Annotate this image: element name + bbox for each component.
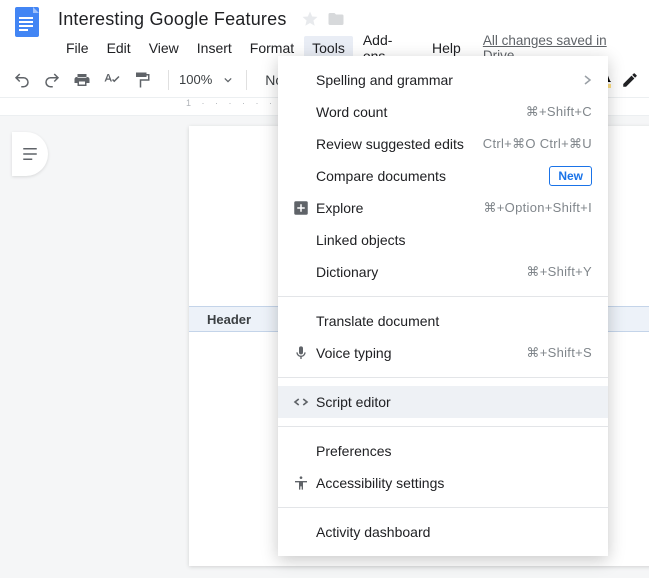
menu-separator (278, 377, 608, 378)
menu-item-label: Activity dashboard (316, 524, 592, 540)
menu-item-voice-typing[interactable]: Voice typing⌘+Shift+S (278, 337, 608, 369)
menu-shortcut: ⌘+Shift+S (526, 345, 592, 361)
chevron-down-icon (224, 76, 232, 84)
menu-shortcut: ⌘+Shift+C (526, 104, 592, 120)
accessibility-icon (290, 475, 312, 491)
star-icon[interactable] (287, 10, 319, 28)
menu-edit[interactable]: Edit (99, 36, 139, 60)
menu-item-label: Word count (316, 104, 526, 120)
zoom-value: 100% (179, 72, 212, 87)
menu-item-spelling-and-grammar[interactable]: Spelling and grammar (278, 64, 608, 96)
menu-item-label: Explore (316, 200, 483, 216)
menu-separator (278, 507, 608, 508)
zoom-select[interactable]: 100% (179, 72, 232, 87)
code-icon (290, 393, 312, 411)
menu-item-translate-document[interactable]: Translate document (278, 305, 608, 337)
menu-item-label: Compare documents (316, 168, 549, 184)
menu-item-preferences[interactable]: Preferences (278, 435, 608, 467)
paint-format-button[interactable] (130, 68, 154, 92)
move-folder-icon[interactable] (319, 10, 345, 28)
header-label: Header (189, 312, 251, 327)
menu-item-review-suggested-edits[interactable]: Review suggested editsCtrl+⌘O Ctrl+⌘U (278, 128, 608, 160)
menu-separator (278, 296, 608, 297)
menu-file[interactable]: File (58, 36, 97, 60)
new-badge: New (549, 166, 592, 186)
menu-item-activity-dashboard[interactable]: Activity dashboard (278, 516, 608, 548)
menu-shortcut: ⌘+Option+Shift+I (483, 200, 592, 216)
menu-item-label: Accessibility settings (316, 475, 592, 491)
tools-menu-dropdown: Spelling and grammarWord count⌘+Shift+CR… (278, 56, 608, 556)
edit-mode-icon[interactable] (621, 71, 639, 89)
menu-item-linked-objects[interactable]: Linked objects (278, 224, 608, 256)
menu-item-label: Dictionary (316, 264, 526, 280)
toolbar-separator (246, 70, 247, 90)
menu-item-label: Voice typing (316, 345, 526, 361)
menu-item-accessibility-settings[interactable]: Accessibility settings (278, 467, 608, 499)
print-button[interactable] (70, 68, 94, 92)
menu-item-dictionary[interactable]: Dictionary⌘+Shift+Y (278, 256, 608, 288)
submenu-arrow-icon (582, 75, 592, 85)
menu-item-explore[interactable]: Explore⌘+Option+Shift+I (278, 192, 608, 224)
menu-item-compare-documents[interactable]: Compare documentsNew (278, 160, 608, 192)
menu-shortcut: Ctrl+⌘O Ctrl+⌘U (483, 136, 592, 152)
menu-item-label: Script editor (316, 394, 592, 410)
redo-button[interactable] (40, 68, 64, 92)
menu-item-label: Spelling and grammar (316, 72, 582, 88)
explore-icon (290, 199, 312, 217)
menu-item-label: Review suggested edits (316, 136, 483, 152)
menu-insert[interactable]: Insert (189, 36, 240, 60)
spellcheck-button[interactable] (100, 68, 124, 92)
menu-view[interactable]: View (141, 36, 187, 60)
menu-item-label: Translate document (316, 313, 592, 329)
menu-item-label: Preferences (316, 443, 592, 459)
menu-item-script-editor[interactable]: Script editor (278, 386, 608, 418)
document-title[interactable]: Interesting Google Features (58, 9, 287, 30)
menu-shortcut: ⌘+Shift+Y (526, 264, 592, 280)
docs-logo-icon[interactable] (10, 4, 44, 38)
outline-toggle-button[interactable] (12, 132, 48, 176)
menu-item-word-count[interactable]: Word count⌘+Shift+C (278, 96, 608, 128)
toolbar-separator (168, 70, 169, 90)
menu-item-label: Linked objects (316, 232, 592, 248)
mic-icon (290, 345, 312, 361)
undo-button[interactable] (10, 68, 34, 92)
menu-separator (278, 426, 608, 427)
